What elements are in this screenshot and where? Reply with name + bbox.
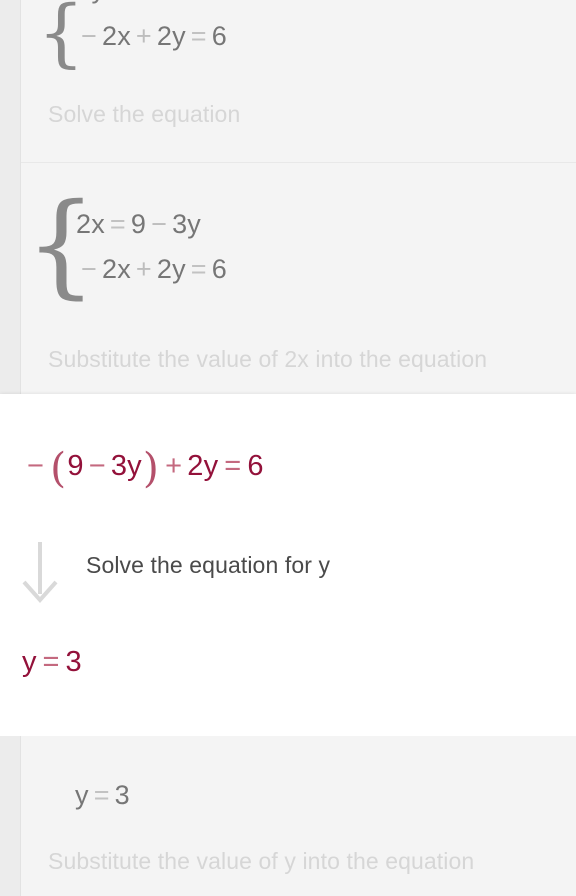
math-token: ( [50, 444, 67, 492]
equation-line: −2x +2y = 6 [76, 254, 227, 285]
math-token: − [151, 209, 168, 239]
equation-system: { 2x = 9−3y −2x +2y = 6 [25, 179, 227, 310]
step-card-y-value[interactable]: y = 3 Substitute the value of y into the e… [21, 736, 576, 896]
math-token: 6 [211, 254, 227, 284]
math-token: + [135, 254, 152, 284]
math-token: 2 [101, 254, 118, 284]
equation-list: −2x +2y = 6 [76, 8, 227, 64]
solution-steps-screen: 3 y { −2x+2y=6 Solve the equation { 2x=9… [0, 0, 576, 896]
math-token: 9 [130, 209, 147, 239]
math-token: y [203, 450, 219, 482]
step-card-system-substituted[interactable]: { 2x = 9−3y −2x +2y = 6 Substitute the value … [21, 162, 576, 394]
step-timeline-rail [0, 736, 21, 896]
step-card-system-original[interactable]: 3 y { −2x+2y=6 Solve the equation [21, 0, 576, 162]
step-timeline-rail [0, 0, 21, 394]
math-token: = [93, 780, 110, 810]
math-token: 6 [247, 450, 264, 482]
math-token: = [190, 254, 207, 284]
math-token: + [165, 450, 183, 482]
math-token: x [117, 254, 131, 284]
focused-step-hint-text: Solve the equation for y [86, 552, 331, 578]
math-token: 2 [156, 20, 173, 51]
equation-line: 2x = 9−3y [76, 209, 227, 240]
math-token: 3 [114, 780, 130, 810]
math-token: − [27, 450, 45, 482]
math-token: 2 [156, 254, 173, 284]
math-token: y [172, 20, 186, 51]
math-token: = [109, 209, 126, 239]
step-hint-text: Substitute the value of y into the equat… [48, 848, 475, 874]
math-token: y [172, 254, 186, 284]
math-token: = [42, 646, 60, 678]
math-token: y [127, 450, 142, 482]
equation-list: 2x = 9−3y −2x +2y = 6 [76, 189, 227, 305]
dimmed-steps-above[interactable]: 3 y { −2x+2y=6 Solve the equation { 2x=9… [0, 0, 576, 394]
math-token: − [88, 450, 106, 482]
dimmed-steps-below[interactable]: y = 3 Substitute the value of y into the e… [0, 736, 576, 896]
math-token: 6 [211, 20, 227, 51]
focused-step-card[interactable]: − (9−3y) +2y = 6 Solve the equation for y y =… [0, 394, 576, 736]
arrow-down-icon [22, 542, 60, 610]
math-token: y [22, 646, 37, 678]
system-brace-icon: { [37, 0, 85, 77]
equation-line: −2x +2y = 6 [76, 21, 227, 52]
math-token: ) [142, 444, 160, 492]
focused-equation: − (9−3y) +2y = 6 [22, 444, 264, 492]
equation-system: { −2x +2y = 6 [37, 0, 227, 77]
math-token: 3 [65, 646, 82, 678]
math-token: 3 [110, 450, 128, 482]
math-token: 2 [187, 450, 204, 482]
math-token: 9 [67, 450, 84, 482]
math-token: x [117, 20, 131, 51]
math-token: 2 [101, 20, 118, 51]
math-token: = [224, 450, 242, 482]
focused-step-result: y = 3 [22, 646, 82, 679]
math-token: = [190, 20, 207, 51]
step-hint-text: Substitute the value of 2x into the equa… [48, 346, 488, 372]
equation-line: y = 3 [75, 780, 130, 811]
math-token: + [135, 20, 152, 51]
system-brace-icon: { [25, 179, 97, 310]
math-token: y [187, 209, 201, 239]
math-token: y [75, 780, 89, 810]
step-hint-text: Solve the equation [48, 101, 241, 127]
math-token: 3 [172, 209, 188, 239]
